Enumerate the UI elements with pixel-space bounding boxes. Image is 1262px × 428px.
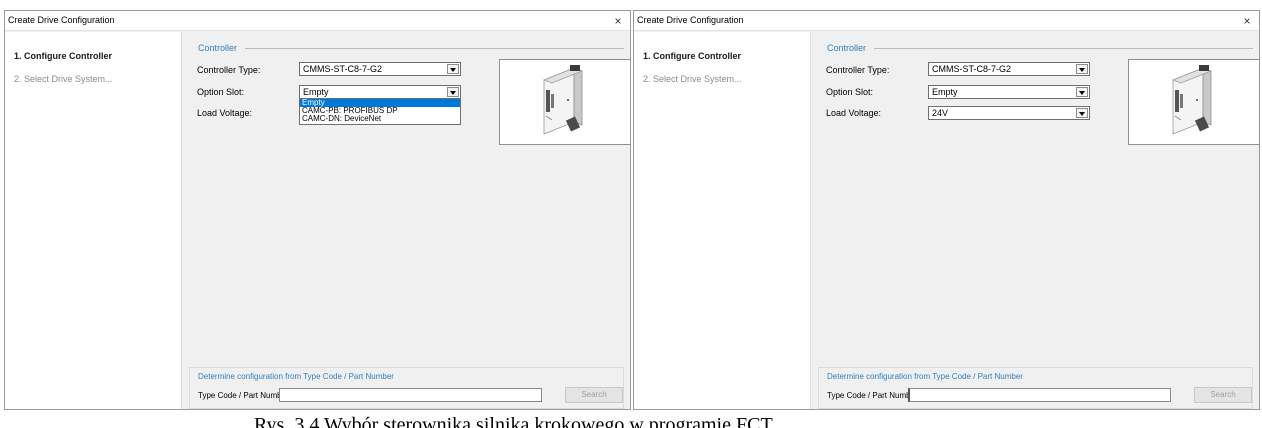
controller-device-drawing [1171,65,1213,135]
type-code-panel: Determine configuration from Type Code /… [818,367,1253,409]
part-number-label: Type Code / Part Number: [198,391,291,400]
close-icon[interactable]: × [609,13,627,29]
option-slot-dropdown-list: Empty CAMC-PB: PROFIBUS DP CAMC-DN: Devi… [299,98,461,125]
type-code-panel-title: Determine configuration from Type Code /… [198,372,394,381]
search-button[interactable]: Search [1194,387,1252,403]
chevron-down-icon[interactable] [1076,64,1088,74]
step-configure-controller[interactable]: 1. Configure Controller [14,51,112,61]
wizard-steps-sidebar: 1. Configure Controller 2. Select Drive … [5,32,182,409]
configuration-content: Controller Controller Type: CMMS-ST-C8-7… [812,32,1259,409]
dialog-create-drive-configuration-left: Create Drive Configuration × 1. Configur… [4,10,631,410]
option-slot-label: Option Slot: [197,87,245,97]
controller-type-label: Controller Type: [826,65,890,75]
option-slot-select[interactable]: Empty [928,85,1090,99]
load-voltage-select[interactable]: 24V [928,106,1090,120]
configuration-content: Controller Controller Type: CMMS-ST-C8-7… [183,32,630,409]
step-select-drive-system[interactable]: 2. Select Drive System... [14,74,113,84]
window-title: Create Drive Configuration [637,15,744,25]
part-number-input[interactable] [279,388,542,402]
section-divider [874,48,1253,49]
dialog-create-drive-configuration-right: Create Drive Configuration × 1. Configur… [633,10,1260,410]
title-bar: Create Drive Configuration × [634,11,1259,31]
load-voltage-value: 24V [932,108,949,118]
title-bar: Create Drive Configuration × [5,11,630,31]
part-number-input[interactable] [908,388,1171,402]
chevron-down-icon[interactable] [447,64,459,74]
type-code-panel-title: Determine configuration from Type Code /… [827,372,1023,381]
step-select-drive-system[interactable]: 2. Select Drive System... [643,74,742,84]
controller-type-value: CMMS-ST-C8-7-G2 [303,64,383,74]
chevron-down-icon[interactable] [1076,108,1088,118]
option-slot-select[interactable]: Empty [299,85,461,99]
load-voltage-label: Load Voltage: [826,108,882,118]
part-number-label: Type Code / Part Number: [827,391,920,400]
controller-type-label: Controller Type: [197,65,261,75]
type-code-panel: Determine configuration from Type Code /… [189,367,624,409]
dropdown-option-devicenet[interactable]: CAMC-DN: DeviceNet [300,115,460,123]
controller-type-select[interactable]: CMMS-ST-C8-7-G2 [928,62,1090,76]
section-divider [245,48,624,49]
controller-device-image [499,59,630,145]
wizard-steps-sidebar: 1. Configure Controller 2. Select Drive … [634,32,811,409]
load-voltage-label: Load Voltage: [197,108,253,118]
close-icon[interactable]: × [1238,13,1256,29]
controller-device-image [1128,59,1259,145]
option-slot-value: Empty [932,87,958,97]
controller-type-value: CMMS-ST-C8-7-G2 [932,64,1012,74]
chevron-down-icon[interactable] [1076,87,1088,97]
section-title-controller: Controller [198,43,244,53]
window-title: Create Drive Configuration [8,15,115,25]
option-slot-value: Empty [303,87,329,97]
section-title-controller: Controller [827,43,873,53]
option-slot-label: Option Slot: [826,87,874,97]
step-configure-controller[interactable]: 1. Configure Controller [643,51,741,61]
controller-type-select[interactable]: CMMS-ST-C8-7-G2 [299,62,461,76]
controller-device-drawing [542,65,584,135]
chevron-down-icon[interactable] [447,87,459,97]
figure-caption: Rys. 3.4 Wybór sterownika silnika krokow… [254,414,773,428]
search-button[interactable]: Search [565,387,623,403]
